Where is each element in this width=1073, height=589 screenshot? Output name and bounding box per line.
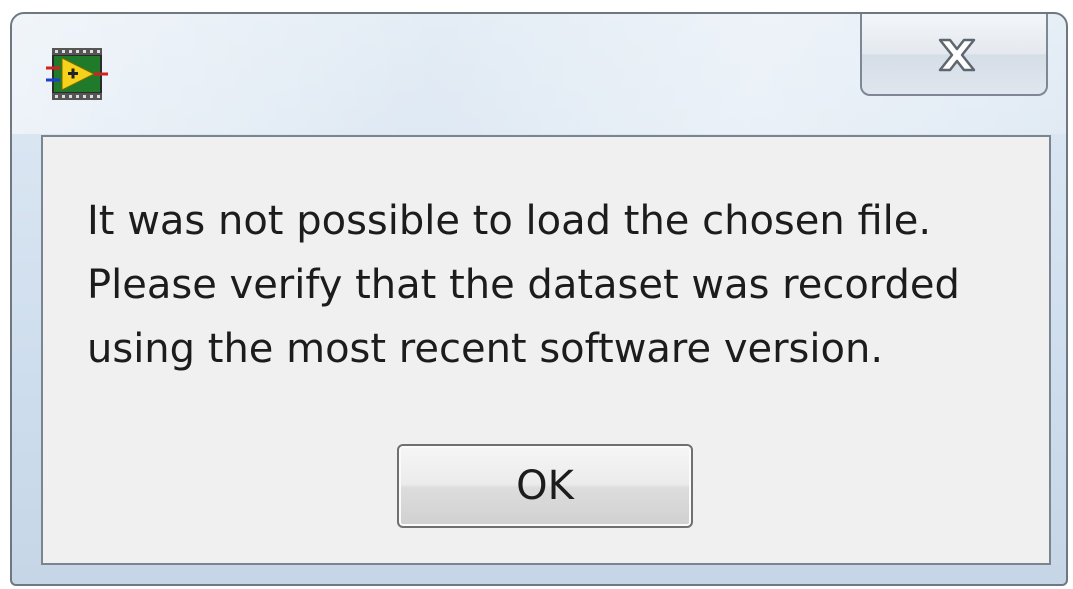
dialog-content: It was not possible to load the chosen f… bbox=[41, 135, 1051, 565]
message-line: It was not possible to load the chosen f… bbox=[87, 198, 932, 244]
message-line: Please verify that the dataset was recor… bbox=[87, 262, 960, 308]
error-message: It was not possible to load the chosen f… bbox=[87, 189, 1027, 381]
ok-button[interactable]: OK bbox=[397, 444, 693, 528]
dialog-window: It was not possible to load the chosen f… bbox=[10, 12, 1068, 586]
message-line: using the most recent software version. bbox=[87, 326, 884, 372]
title-bar[interactable] bbox=[12, 14, 1066, 132]
labview-vi-icon bbox=[46, 44, 108, 104]
ok-button-label: OK bbox=[516, 463, 574, 509]
close-x-icon bbox=[934, 36, 980, 74]
close-button[interactable] bbox=[860, 14, 1048, 96]
